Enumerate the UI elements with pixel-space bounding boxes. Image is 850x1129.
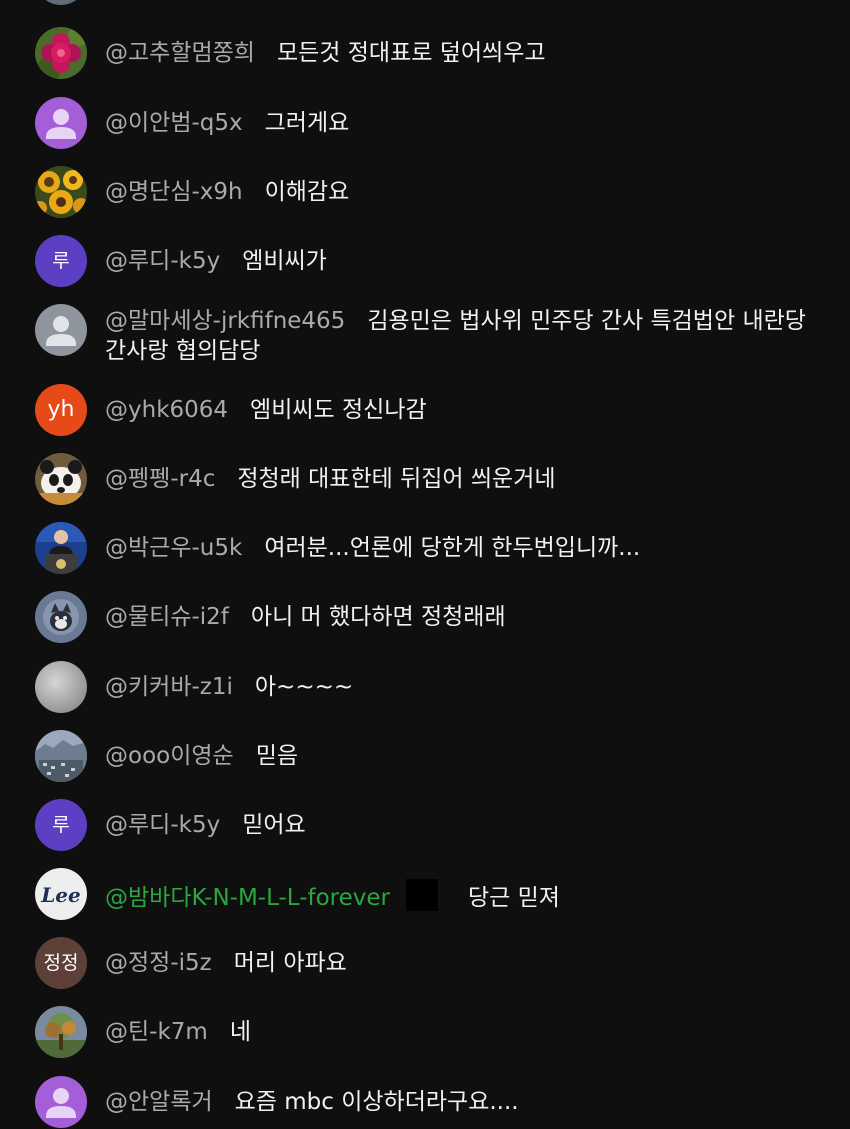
initial-avatar[interactable]: yh (35, 384, 87, 436)
chat-author-member[interactable]: @밤바다K-N-M-L-L-forever (105, 885, 390, 911)
chat-message-content: @이안범-q5x 그러게요 (105, 108, 825, 138)
chat-author[interactable]: @키커바-z1i (105, 674, 233, 700)
chat-author[interactable]: @정정-i5z (105, 950, 212, 976)
chat-message-content: @고추할멈쫑희 모든것 정대표로 덮어씌우고 (105, 38, 825, 68)
podium-avatar[interactable] (35, 522, 87, 574)
svg-text:Lee: Lee (40, 883, 81, 907)
chat-message-content: @루디-k5y 엠비씨가 (105, 246, 825, 276)
chat-author[interactable]: @이안범-q5x (105, 110, 243, 136)
lee-logo-avatar[interactable]: Lee (35, 868, 87, 920)
initial-avatar[interactable]: 정정 (35, 937, 87, 989)
member-badge-icon (406, 879, 439, 911)
chat-text: 머리 아파요 (233, 950, 347, 976)
chat-author[interactable]: @틴-k7m (105, 1019, 208, 1045)
live-chat-list: @고추할멈쫑희 모든것 정대표로 덮어씌우고 @이안범-q5x 그러게요 @명단… (0, 0, 850, 1129)
avatar-initial: 루 (52, 813, 70, 836)
default-person-avatar[interactable] (35, 97, 87, 149)
chat-author[interactable]: @루디-k5y (105, 248, 220, 274)
chat-text: 여러분...언론에 당한게 한두번입니까... (264, 535, 641, 561)
lee-logo-icon: Lee (35, 868, 87, 920)
chat-text: 엠비씨도 정신나감 (250, 397, 427, 423)
chat-message-content: @말마세상-jrkfifne465 김용민은 법사위 민주당 간사 특검법안 내란… (105, 306, 825, 366)
chat-text: 믿음 (255, 743, 299, 769)
podium-icon (35, 522, 87, 574)
chat-author[interactable]: @yhk6064 (105, 397, 228, 423)
chat-text: 그러게요 (264, 110, 350, 136)
chat-message-content: @루디-k5y 믿어요 (105, 810, 825, 840)
chat-message-content: @박근우-u5k 여러분...언론에 당한게 한두번입니까... (105, 533, 825, 563)
chat-message-content: @키커바-z1i 아~~~~ (105, 672, 825, 702)
cat-avatar[interactable] (35, 591, 87, 643)
city-icon (35, 730, 87, 782)
person-icon (35, 1076, 87, 1128)
chat-message-content: @틴-k7m 네 (105, 1017, 825, 1047)
chat-author[interactable]: @ooo이영순 (105, 743, 234, 769)
chat-message-content: @펭펭-r4c 정청래 대표한테 뒤집어 씌운거네 (105, 464, 825, 494)
default-person-avatar[interactable] (35, 1076, 87, 1128)
chat-text: 아니 머 했다하면 정청래래 (250, 604, 506, 630)
chat-text: 당근 믿져 (468, 885, 560, 911)
chat-message-content: @ooo이영순 믿음 (105, 741, 825, 771)
chat-author[interactable]: @루디-k5y (105, 812, 220, 838)
chat-author[interactable]: @고추할멈쫑희 (105, 40, 255, 66)
default-person-avatar[interactable] (35, 304, 87, 356)
chat-author[interactable]: @물티슈-i2f (105, 604, 229, 630)
chat-message-content: @정정-i5z 머리 아파요 (105, 948, 825, 978)
panda-avatar[interactable] (35, 453, 87, 505)
chat-text: 믿어요 (242, 812, 306, 838)
chat-message-content: @안알록거 요즘 mbc 이상하더라구요.... (105, 1087, 825, 1117)
initial-avatar[interactable]: 루 (35, 799, 87, 851)
chat-text: 요즘 mbc 이상하더라구요.... (234, 1089, 519, 1115)
chat-text: 정청래 대표한테 뒤집어 씌운거네 (237, 466, 556, 492)
avatar-initial: 루 (52, 249, 70, 272)
chat-text: 아~~~~ (254, 674, 354, 700)
gray-photo-icon (35, 661, 87, 713)
chat-author[interactable]: @명단심-x9h (105, 179, 243, 205)
avatar-initial: 정정 (43, 951, 79, 974)
chat-message-content: @yhk6064 엠비씨도 정신나감 (105, 395, 825, 425)
gray-photo-avatar[interactable] (35, 661, 87, 713)
chat-text: 엠비씨가 (242, 248, 327, 274)
chat-message-content: @명단심-x9h 이해감요 (105, 177, 825, 207)
sunflower-avatar[interactable] (35, 166, 87, 218)
tree-avatar[interactable] (35, 1006, 87, 1058)
person-icon (35, 97, 87, 149)
chat-text: 모든것 정대표로 덮어씌우고 (276, 40, 546, 66)
initial-avatar[interactable]: 루 (35, 235, 87, 287)
sunflower-icon (35, 166, 87, 218)
chat-message-content: @물티슈-i2f 아니 머 했다하면 정청래래 (105, 602, 825, 632)
chat-message-content: @밤바다K-N-M-L-L-forever 당근 믿져 (105, 879, 825, 913)
panda-icon (35, 453, 87, 505)
chat-author[interactable]: @안알록거 (105, 1089, 213, 1115)
avatar-initial: yh (47, 397, 75, 422)
flower-icon (35, 27, 87, 79)
chat-text: 이해감요 (264, 179, 350, 205)
chat-text: 네 (229, 1019, 251, 1045)
flower-avatar[interactable] (35, 27, 87, 79)
chat-author[interactable]: @펭펭-r4c (105, 466, 215, 492)
chat-author[interactable]: @박근우-u5k (105, 535, 242, 561)
chat-author[interactable]: @말마세상-jrkfifne465 (105, 308, 345, 334)
city-avatar[interactable] (35, 730, 87, 782)
tree-icon (35, 1006, 87, 1058)
cat-icon (35, 591, 87, 643)
person-icon (35, 304, 87, 356)
